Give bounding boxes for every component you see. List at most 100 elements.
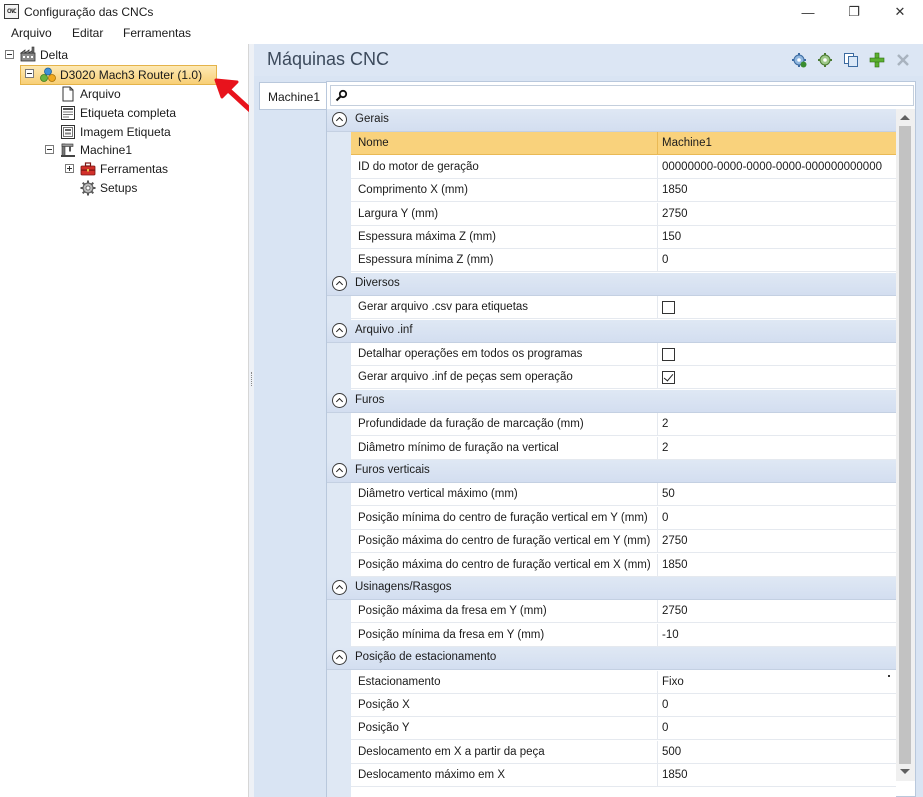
menu-ferramentas[interactable]: Ferramentas bbox=[123, 26, 191, 40]
scroll-thumb[interactable] bbox=[899, 126, 911, 764]
property-row[interactable]: Espessura máxima Z (mm) 150 bbox=[351, 226, 896, 249]
tree-item-etiqueta-completa[interactable]: Etiqueta completa bbox=[80, 106, 176, 120]
column-divider[interactable] bbox=[657, 343, 658, 366]
property-row[interactable]: Espessura mínima Z (mm) 0 bbox=[351, 249, 896, 273]
tree-collapse-toggle[interactable] bbox=[5, 50, 14, 59]
property-row[interactable]: Posição mínima do centro de furação vert… bbox=[351, 506, 896, 530]
column-divider[interactable] bbox=[657, 694, 658, 717]
tab-machine1[interactable]: Machine1 bbox=[259, 82, 326, 110]
property-value[interactable]: -10 bbox=[662, 629, 679, 641]
column-divider[interactable] bbox=[657, 436, 658, 460]
property-value[interactable]: 2750 bbox=[662, 535, 688, 547]
dropdown-indicator-icon[interactable] bbox=[888, 674, 890, 677]
property-value[interactable]: 0 bbox=[662, 699, 668, 711]
property-row[interactable]: Gerar arquivo .csv para etiquetas bbox=[351, 296, 896, 320]
column-divider[interactable] bbox=[657, 740, 658, 764]
collapse-category-icon[interactable] bbox=[332, 392, 347, 408]
property-value[interactable]: 1850 bbox=[662, 769, 688, 781]
tree-item-imagem-etiqueta[interactable]: Imagem Etiqueta bbox=[80, 125, 171, 139]
tree-collapse-toggle[interactable] bbox=[25, 69, 34, 78]
scroll-up-icon[interactable] bbox=[900, 115, 910, 120]
collapse-category-icon[interactable] bbox=[332, 650, 347, 666]
property-value[interactable]: 00000000-0000-0000-0000-000000000000 bbox=[662, 161, 882, 173]
scroll-down-icon[interactable] bbox=[900, 769, 910, 774]
menu-editar[interactable]: Editar bbox=[72, 26, 103, 40]
minimize-button[interactable]: — bbox=[785, 0, 831, 24]
property-checkbox[interactable] bbox=[662, 371, 675, 385]
property-row[interactable]: Deslocamento máximo em X 1850 bbox=[351, 764, 896, 788]
column-divider[interactable] bbox=[657, 717, 658, 741]
maximize-button[interactable]: ❐ bbox=[831, 0, 877, 24]
property-row[interactable]: Nome Machine1 bbox=[351, 132, 896, 156]
property-value[interactable]: 50 bbox=[662, 488, 675, 500]
tree-collapse-toggle[interactable] bbox=[45, 145, 54, 154]
property-row[interactable]: Diâmetro mínimo de furação na vertical 2 bbox=[351, 436, 896, 460]
column-divider[interactable] bbox=[657, 623, 658, 647]
property-row[interactable]: Posição máxima do centro de furação vert… bbox=[351, 553, 896, 577]
property-row[interactable]: Posição Y 0 bbox=[351, 717, 896, 741]
property-value[interactable]: 0 bbox=[662, 722, 668, 734]
search-input[interactable] bbox=[330, 85, 914, 106]
gear-add-icon[interactable] bbox=[791, 52, 807, 68]
gear-copy-icon[interactable] bbox=[817, 52, 833, 68]
column-divider[interactable] bbox=[657, 132, 658, 156]
property-value[interactable]: Machine1 bbox=[662, 137, 712, 149]
property-row[interactable]: Largura Y (mm) 2750 bbox=[351, 202, 896, 226]
property-value[interactable]: 2 bbox=[662, 442, 668, 454]
column-divider[interactable] bbox=[657, 226, 658, 249]
column-divider[interactable] bbox=[657, 296, 658, 320]
x-icon[interactable] bbox=[895, 52, 911, 68]
property-value[interactable]: 1850 bbox=[662, 184, 688, 196]
tree-item-ferramentas[interactable]: Ferramentas bbox=[100, 162, 168, 176]
column-divider[interactable] bbox=[657, 764, 658, 788]
close-button[interactable]: ✕ bbox=[877, 0, 923, 24]
column-divider[interactable] bbox=[657, 179, 658, 203]
property-value[interactable]: 500 bbox=[662, 746, 681, 758]
column-divider[interactable] bbox=[657, 413, 658, 437]
tree-item-arquivo[interactable]: Arquivo bbox=[80, 87, 121, 101]
tree-item-machine1[interactable]: Machine1 bbox=[80, 143, 132, 157]
property-row[interactable]: Posição X 0 bbox=[351, 694, 896, 717]
column-divider[interactable] bbox=[657, 506, 658, 530]
property-row[interactable]: Gerar arquivo .inf de peças sem operação bbox=[351, 366, 896, 390]
property-value[interactable]: 2 bbox=[662, 418, 668, 430]
collapse-category-icon[interactable] bbox=[332, 275, 347, 291]
splitter-grip[interactable] bbox=[251, 372, 252, 386]
property-row[interactable]: ID do motor de geração 00000000-0000-0000… bbox=[351, 155, 896, 179]
property-value[interactable]: 1850 bbox=[662, 559, 688, 571]
property-value[interactable]: 0 bbox=[662, 512, 668, 524]
column-divider[interactable] bbox=[657, 483, 658, 507]
property-row[interactable]: Posição máxima da fresa em Y (mm) 2750 bbox=[351, 600, 896, 624]
property-checkbox[interactable] bbox=[662, 348, 675, 361]
property-value[interactable]: Fixo bbox=[662, 676, 684, 688]
column-divider[interactable] bbox=[657, 202, 658, 226]
property-value[interactable]: 0 bbox=[662, 254, 668, 266]
property-row[interactable]: Detalhar operações em todos os programas bbox=[351, 343, 896, 366]
property-value[interactable]: 150 bbox=[662, 231, 681, 243]
vertical-scrollbar[interactable] bbox=[896, 109, 915, 781]
tree-expand-toggle[interactable] bbox=[65, 164, 74, 173]
collapse-category-icon[interactable] bbox=[332, 580, 347, 595]
property-row[interactable]: Comprimento X (mm) 1850 bbox=[351, 179, 896, 203]
plus-icon[interactable] bbox=[869, 52, 885, 68]
property-value[interactable]: 2750 bbox=[662, 208, 688, 220]
copy-icon[interactable] bbox=[843, 52, 859, 68]
column-divider[interactable] bbox=[657, 553, 658, 577]
collapse-category-icon[interactable] bbox=[332, 112, 347, 127]
menu-arquivo[interactable]: Arquivo bbox=[11, 26, 52, 40]
column-divider[interactable] bbox=[657, 366, 658, 390]
column-divider[interactable] bbox=[657, 530, 658, 554]
column-divider[interactable] bbox=[657, 155, 658, 179]
property-row[interactable]: Posição máxima do centro de furação vert… bbox=[351, 530, 896, 554]
property-row[interactable]: Profundidade da furação de marcação (mm)… bbox=[351, 413, 896, 437]
collapse-category-icon[interactable] bbox=[332, 322, 347, 338]
tree-item-setups[interactable]: Setups bbox=[100, 181, 137, 195]
property-row[interactable]: Deslocamento em X a partir da peça 500 bbox=[351, 740, 896, 764]
tree-item-delta[interactable]: Delta bbox=[40, 48, 68, 62]
property-checkbox[interactable] bbox=[662, 301, 675, 315]
collapse-category-icon[interactable] bbox=[332, 463, 347, 478]
property-row[interactable]: Estacionamento Fixo bbox=[351, 670, 896, 694]
column-divider[interactable] bbox=[657, 670, 658, 694]
property-row[interactable]: Diâmetro vertical máximo (mm) 50 bbox=[351, 483, 896, 507]
column-divider[interactable] bbox=[657, 249, 658, 273]
